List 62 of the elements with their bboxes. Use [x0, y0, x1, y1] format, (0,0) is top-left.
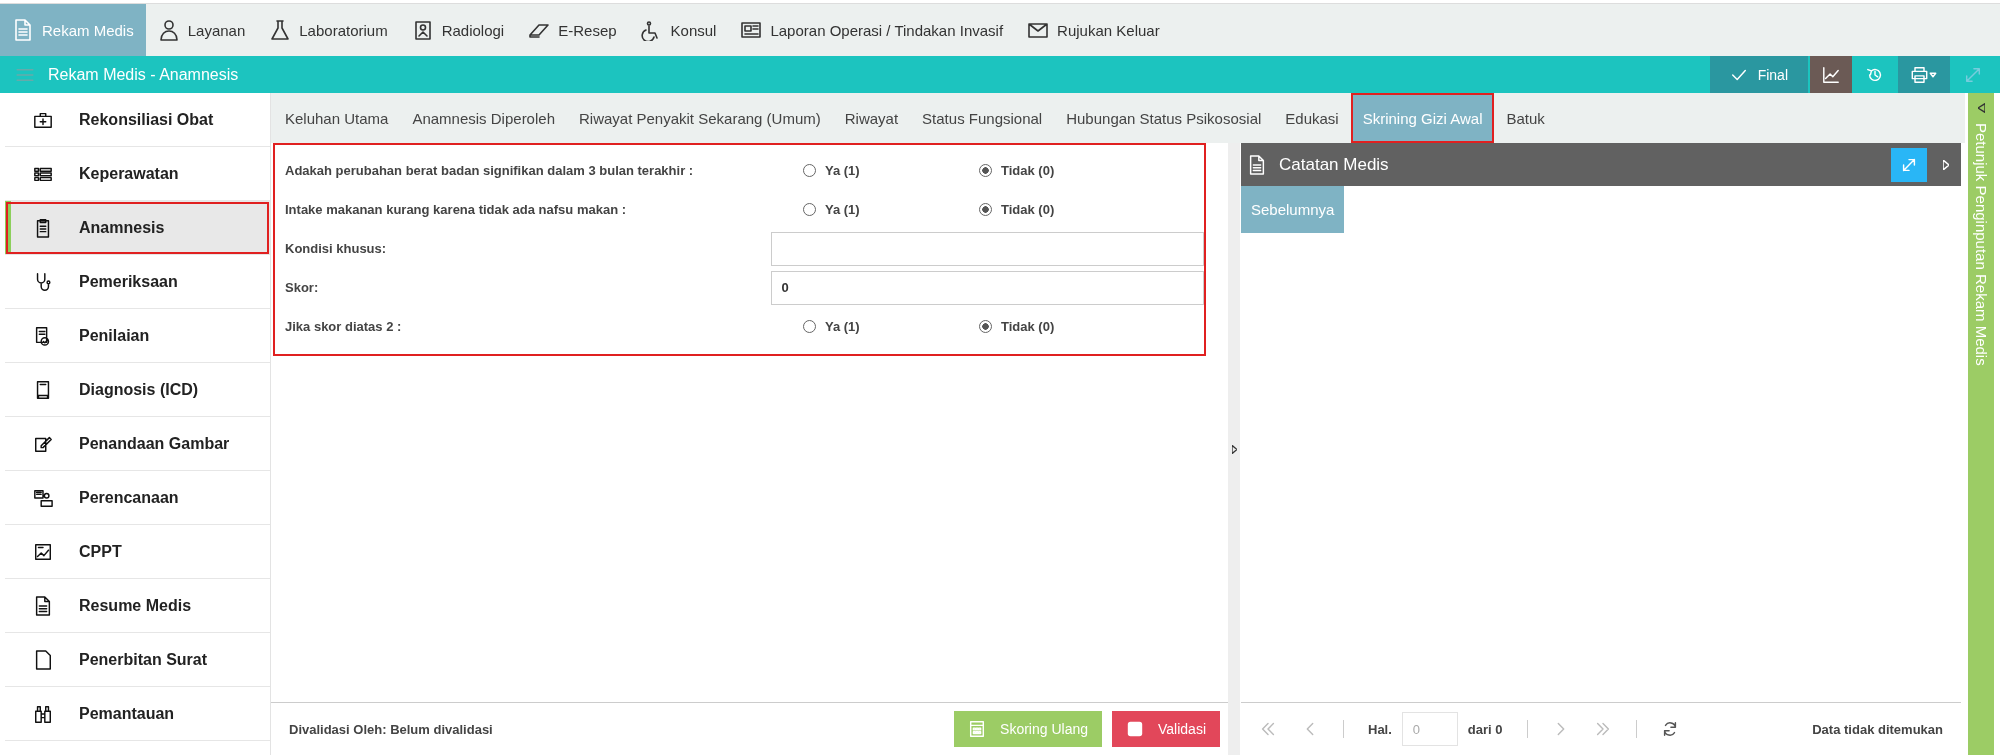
radio-button[interactable]: [979, 320, 992, 333]
radio-option[interactable]: Tidak (0): [979, 319, 1155, 334]
person-list-icon: [33, 487, 53, 508]
section-tab[interactable]: Edukasi: [1273, 93, 1351, 143]
page-title: Rekam Medis - Anamnesis: [48, 65, 239, 84]
radio-button[interactable]: [803, 320, 816, 333]
expand-button[interactable]: [1891, 147, 1927, 182]
nav-tab[interactable]: Laboratorium: [257, 4, 400, 56]
caret-icon: [1231, 444, 1237, 454]
field-label: Adakah perubahan berat badan signifikan dalam 3 bulan terakhir :: [285, 163, 695, 178]
radio-button[interactable]: [979, 164, 992, 177]
nav-tab[interactable]: Konsul: [628, 4, 729, 56]
section-tab[interactable]: Batuk: [1494, 93, 1557, 143]
line-chart-icon: [1822, 65, 1840, 84]
section-tab[interactable]: Status Fungsional: [910, 93, 1055, 143]
sidebar-item[interactable]: Anamnesis: [5, 201, 270, 255]
nav-tab[interactable]: Rujukan Keluar: [1015, 4, 1172, 56]
field-label: Intake makanan kurang karena tidak ada nafsu makan :: [285, 202, 628, 217]
radio-option[interactable]: Ya (1): [803, 202, 979, 217]
radio-option[interactable]: Ya (1): [803, 319, 979, 334]
radio-button[interactable]: [979, 203, 992, 216]
document-icon: [12, 19, 34, 41]
nav-tab[interactable]: Radiologi: [399, 4, 517, 56]
page-label: Hal.: [1368, 721, 1392, 737]
flask-icon: [269, 19, 292, 41]
panel-title: Catatan Medis: [1279, 154, 1389, 175]
input-field[interactable]: 0: [770, 270, 1204, 305]
print-button[interactable]: [1898, 56, 1950, 93]
input-field[interactable]: [770, 231, 1204, 266]
binoculars-icon: [33, 703, 53, 724]
radio-option[interactable]: Ya (1): [803, 163, 979, 178]
section-tab[interactable]: Keluhan Utama: [273, 93, 401, 143]
radio-button[interactable]: [803, 203, 816, 216]
field-label: Jika skor diatas 2 :: [285, 319, 403, 334]
chart-button[interactable]: [1810, 56, 1852, 93]
field-label: Skor:: [285, 280, 320, 295]
page-total: dari 0: [1467, 721, 1503, 737]
document-icon: [1247, 154, 1267, 175]
nav-tab[interactable]: Layanan: [145, 4, 258, 56]
radio-button[interactable]: [803, 164, 816, 177]
printer-icon: [1910, 65, 1938, 84]
help-strip-label: Petunjuk Penginputan Rekam Medis: [1972, 123, 1990, 366]
newspaper-icon: [740, 19, 763, 41]
section-tab[interactable]: Anamnesis Diperoleh: [400, 93, 567, 143]
caret-icon: [1977, 103, 1985, 113]
caret-icon[interactable]: [1943, 159, 1949, 170]
validate-button[interactable]: Validasi: [1112, 711, 1220, 747]
section-tab[interactable]: Riwayat Penyakit Sekarang (Umum): [567, 93, 833, 143]
calculator-icon: [968, 720, 987, 738]
radio-option[interactable]: Tidak (0): [979, 202, 1155, 217]
document-icon: [33, 595, 53, 616]
radio-option[interactable]: Tidak (0): [979, 163, 1155, 178]
field-label: Kondisi khusus:: [285, 241, 388, 256]
pager-status: Data tidak ditemukan: [1812, 721, 1943, 737]
section-tab[interactable]: Riwayat: [832, 93, 911, 143]
expand-icon: [1964, 65, 1982, 84]
section-tab[interactable]: Hubungan Status Psikososial: [1054, 93, 1274, 143]
chart-icon: [33, 541, 53, 562]
validation-status: Divalidasi Oleh: Belum divalidasi: [289, 721, 493, 737]
file-icon: [33, 649, 53, 670]
nav-tab[interactable]: Laporan Operasi / Tindakan Invasif: [728, 4, 1016, 56]
nav-tab[interactable]: E-Resep: [516, 4, 629, 56]
